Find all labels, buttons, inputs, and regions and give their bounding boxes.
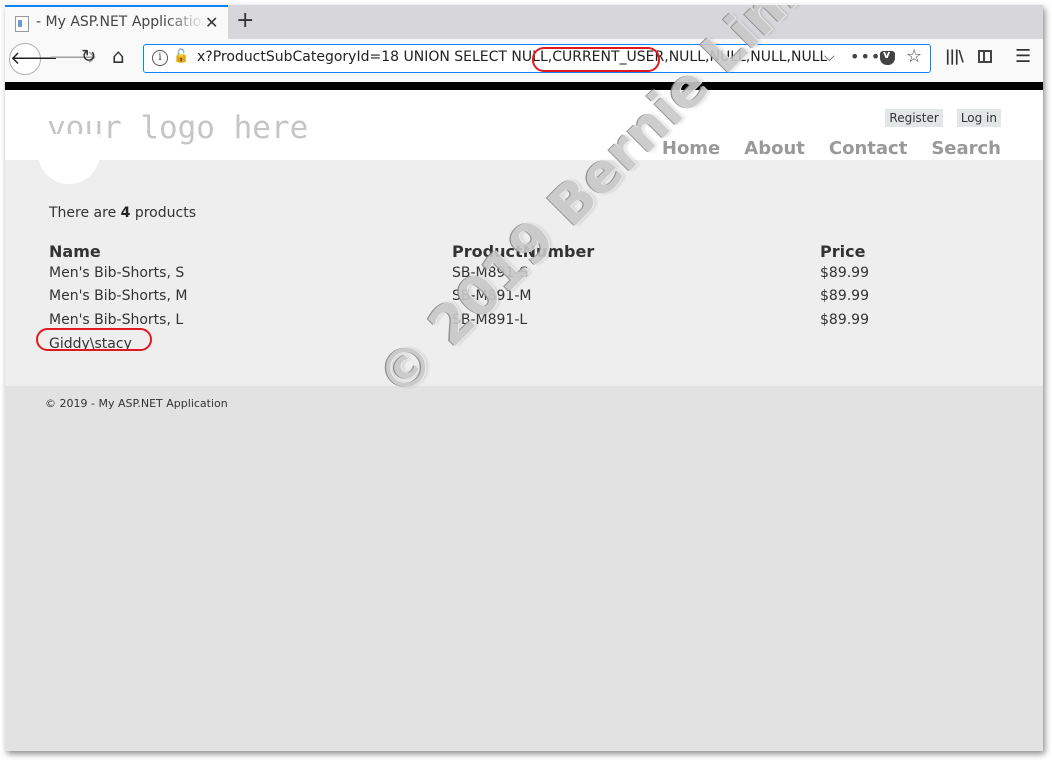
pocket-icon[interactable] [880, 48, 895, 65]
cell-productnumber: SB-M891-L [452, 312, 528, 328]
browser-window: - My ASP.NET Applicatio ✕ + 🡐 🡒 ↻ ⌂ i 🔓 … [5, 5, 1043, 751]
login-links: Register Log in [871, 107, 1001, 127]
product-count: There are 4 products [49, 205, 196, 221]
bookmark-star-icon[interactable]: ☆ [906, 46, 922, 67]
library-icon[interactable]: |||\ [945, 47, 964, 65]
count-prefix: There are [49, 205, 121, 221]
home-button[interactable]: ⌂ [112, 44, 125, 68]
cell-price: $89.99 [820, 265, 869, 281]
main-navigation: Home About Contact Search [638, 138, 1001, 159]
back-button[interactable]: 🡐 [9, 43, 58, 75]
reload-button[interactable]: ↻ [81, 46, 96, 67]
cell-name: Men's Bib-Shorts, L [49, 312, 184, 328]
hamburger-menu-icon[interactable]: ☰ [1015, 46, 1031, 67]
navigation-toolbar: 🡐 🡒 ↻ ⌂ i 🔓 x?ProductSubCategoryId=18 UN… [5, 39, 1043, 83]
black-divider [5, 82, 1043, 90]
page-favicon-icon [15, 16, 29, 32]
cell-productnumber: SB-M891-S [452, 265, 529, 281]
site-footer: © 2019 - My ASP.NET Application [5, 386, 1043, 751]
cell-price: $89.99 [820, 288, 869, 304]
cell-price: $89.99 [820, 312, 869, 328]
login-link[interactable]: Log in [956, 109, 1001, 127]
cell-productnumber: SB-M891-M [452, 288, 532, 304]
nav-contact[interactable]: Contact [829, 138, 907, 159]
nav-search[interactable]: Search [931, 138, 1001, 159]
url-bar[interactable]: i 🔓 x?ProductSubCategoryId=18 UNION SELE… [143, 44, 931, 73]
url-dropdown-chevron-icon[interactable]: ⌵ [824, 49, 835, 65]
register-link[interactable]: Register [885, 109, 943, 127]
column-header-name: Name [49, 242, 101, 261]
cell-name: Men's Bib-Shorts, M [49, 288, 188, 304]
site-header: your logo here Register Log in Home About C… [5, 90, 1043, 160]
sidebar-icon[interactable] [978, 50, 992, 63]
column-header-productnumber: ProductNumber [452, 242, 595, 261]
site-info-icon[interactable]: i [152, 50, 168, 66]
main-content: There are 4 products Name ProductNumber … [5, 134, 1043, 386]
new-tab-button[interactable]: + [236, 8, 254, 33]
cell-name-injected-user: Giddy\stacy [49, 336, 132, 352]
page-actions-more-icon[interactable]: ••• [850, 47, 881, 66]
url-text[interactable]: x?ProductSubCategoryId=18 UNION SELECT N… [197, 49, 827, 65]
footer-copyright: © 2019 - My ASP.NET Application [45, 397, 228, 410]
logo-decoration [38, 134, 100, 184]
tab-title-fade [165, 11, 205, 35]
count-value: 4 [120, 205, 131, 221]
nav-home[interactable]: Home [662, 138, 720, 159]
nav-about[interactable]: About [744, 138, 805, 159]
cell-name: Men's Bib-Shorts, S [49, 265, 185, 281]
insecure-lock-icon[interactable]: 🔓 [173, 49, 189, 64]
count-suffix: products [130, 205, 196, 221]
browser-tab[interactable]: - My ASP.NET Applicatio ✕ [5, 5, 228, 39]
close-tab-icon[interactable]: ✕ [205, 13, 218, 32]
column-header-price: Price [820, 242, 866, 261]
tab-strip: - My ASP.NET Applicatio ✕ + [5, 5, 1043, 39]
